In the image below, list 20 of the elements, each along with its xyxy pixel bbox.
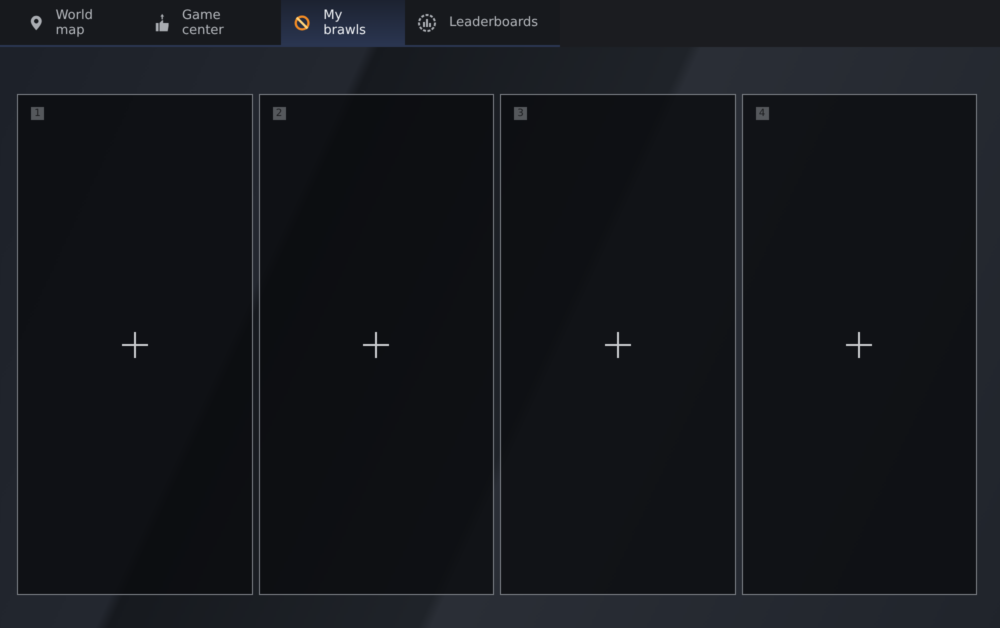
tab[interactable]: World map xyxy=(17,0,142,45)
tab[interactable]: My brawls xyxy=(281,0,406,45)
slot-number: 3 xyxy=(514,107,527,120)
leaderboard-icon xyxy=(417,12,438,32)
plus-icon xyxy=(120,330,149,358)
tab-label: World map xyxy=(56,8,94,38)
slot-number: 1 xyxy=(31,107,44,120)
tab[interactable]: Game center xyxy=(142,0,282,45)
tab-label: My brawls xyxy=(323,8,367,38)
brawl-icon xyxy=(293,12,312,32)
tab-label: Game center xyxy=(182,8,225,38)
slot-number: 4 xyxy=(756,107,768,120)
thumbs-up-icon xyxy=(154,12,170,34)
tab[interactable]: Leaderboards xyxy=(405,0,560,45)
plus-icon xyxy=(845,330,874,358)
slot-number: 2 xyxy=(272,107,286,120)
map-pin-icon xyxy=(29,14,44,32)
tab-label: Leaderboards xyxy=(449,15,538,30)
plus-icon xyxy=(604,330,632,358)
plus-icon xyxy=(362,330,390,358)
